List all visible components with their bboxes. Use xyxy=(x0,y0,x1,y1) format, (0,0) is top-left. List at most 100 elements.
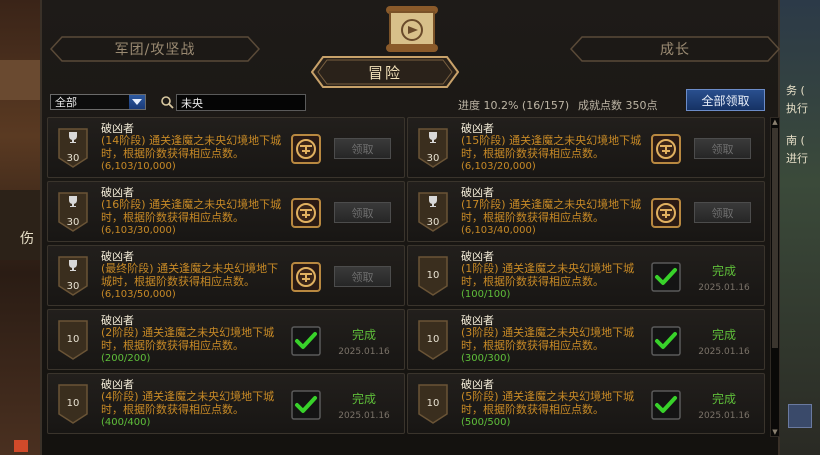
completed-date: 2025.01.16 xyxy=(338,411,390,421)
right-panel-text: 进行 xyxy=(786,152,808,165)
check-icon xyxy=(651,390,681,420)
background-right-panel: 务 ( 执行 南 ( 进行 xyxy=(778,0,820,455)
completed-label: 完成 xyxy=(711,264,736,278)
achievement-card: 10 破凶者 (4阶段) 通关逢魔之未央幻境地下城时，根据阶数获得相应点数。 (400… xyxy=(47,373,405,434)
achievement-window: 军团/攻坚战 成长 冒险 全部 进度 10.2% (16/157) 成就点数 3… xyxy=(40,0,780,455)
achievement-card: 30 破凶者 (16阶段) 通关逢魔之未央幻境地下城时，根据阶数获得相应点数。 (6,… xyxy=(47,181,405,242)
achievement-description: (2阶段) 通关逢魔之未央幻境地下城时，根据阶数获得相应点数。 xyxy=(101,326,275,352)
achievement-progress: (6,103/40,000) xyxy=(461,225,536,236)
reward-emblem-icon xyxy=(291,262,321,292)
chevron-down-icon[interactable] xyxy=(129,95,145,109)
scene-icon xyxy=(14,440,28,452)
category-dropdown-value: 全部 xyxy=(55,96,77,109)
trophy-icon xyxy=(69,196,77,207)
points-value: 10 xyxy=(426,334,440,345)
points-badge: 30 xyxy=(58,192,88,232)
reward-emblem-icon xyxy=(291,198,321,228)
points-badge: 30 xyxy=(58,256,88,296)
claim-button[interactable]: 领取 xyxy=(334,138,391,159)
claim-button[interactable]: 领取 xyxy=(694,138,751,159)
completed-date: 2025.01.16 xyxy=(698,283,750,293)
tab-growth[interactable]: 成长 xyxy=(570,36,780,62)
scroll-down-icon[interactable]: ▼ xyxy=(771,428,779,436)
search-input[interactable] xyxy=(176,94,306,111)
trophy-icon xyxy=(69,260,77,271)
points-value: 10 xyxy=(426,270,440,281)
achievement-description: (17阶段) 通关逢魔之未央幻境地下城时，根据阶数获得相应点数。 xyxy=(461,198,642,224)
achievement-progress: (6,103/50,000) xyxy=(101,289,176,300)
achievement-description: (3阶段) 通关逢魔之未央幻境地下城时，根据阶数获得相应点数。 xyxy=(461,326,635,352)
achievement-card: 30 破凶者 (15阶段) 通关逢魔之未央幻境地下城时，根据阶数获得相应点数。 (6,… xyxy=(407,117,765,178)
points-value: 30 xyxy=(426,217,440,228)
achievement-description: (15阶段) 通关逢魔之未央幻境地下城时，根据阶数获得相应点数。 xyxy=(461,134,642,160)
achievement-description: (16阶段) 通关逢魔之未央幻境地下城时，根据阶数获得相应点数。 xyxy=(101,198,282,224)
completed-label: 完成 xyxy=(711,328,736,342)
trophy-icon xyxy=(69,132,77,143)
achievement-progress: (6,103/20,000) xyxy=(461,161,536,172)
list-scrollbar[interactable]: ▲ ▼ xyxy=(770,117,780,437)
completed-date: 2025.01.16 xyxy=(338,347,390,357)
trophy-icon xyxy=(429,132,437,143)
claim-button[interactable]: 领取 xyxy=(334,266,391,287)
achievement-list: 30 破凶者 (14阶段) 通关逢魔之未央幻境地下城时，根据阶数获得相应点数。 (6,… xyxy=(47,117,765,437)
achievement-description: (最终阶段) 通关逢魔之未央幻境地下城时，根据阶数获得相应点数。 xyxy=(101,262,279,288)
points-value: 30 xyxy=(66,281,80,292)
claim-all-button[interactable]: 全部领取 xyxy=(686,89,765,111)
points-value: 30 xyxy=(66,153,80,164)
points-value: 30 xyxy=(66,217,80,228)
claim-button[interactable]: 领取 xyxy=(334,202,391,223)
achievement-card: 10 破凶者 (1阶段) 通关逢魔之未央幻境地下城时，根据阶数获得相应点数。 (100… xyxy=(407,245,765,306)
tab-legion[interactable]: 军团/攻坚战 xyxy=(50,36,260,62)
points-badge: 10 xyxy=(58,320,88,360)
points-value: 10 xyxy=(66,334,80,345)
tab-adventure-label: 冒险 xyxy=(367,63,402,82)
scene-decoration xyxy=(0,190,40,260)
achievement-card: 10 破凶者 (5阶段) 通关逢魔之未央幻境地下城时，根据阶数获得相应点数。 (500… xyxy=(407,373,765,434)
points-badge: 30 xyxy=(418,128,448,168)
side-icon[interactable] xyxy=(788,404,812,428)
scrollbar-thumb[interactable] xyxy=(772,128,778,348)
search-icon xyxy=(161,96,174,109)
achievement-card: 10 破凶者 (3阶段) 通关逢魔之未央幻境地下城时，根据阶数获得相应点数。 (300… xyxy=(407,309,765,370)
scene-text: 伤 xyxy=(20,231,34,247)
achievement-description: (4阶段) 通关逢魔之未央幻境地下城时，根据阶数获得相应点数。 xyxy=(101,390,275,416)
achievement-progress: (500/500) xyxy=(461,417,511,428)
reward-emblem-icon xyxy=(291,134,321,164)
reward-emblem-icon xyxy=(651,134,681,164)
achievement-progress: (100/100) xyxy=(461,289,511,300)
right-panel-text: 务 ( xyxy=(786,84,805,97)
completed-date: 2025.01.16 xyxy=(698,411,750,421)
achievement-description: (1阶段) 通关逢魔之未央幻境地下城时，根据阶数获得相应点数。 xyxy=(461,262,635,288)
tab-growth-label: 成长 xyxy=(660,42,690,58)
completed-date: 2025.01.16 xyxy=(698,347,750,357)
points-badge: 10 xyxy=(418,256,448,296)
reward-emblem-icon xyxy=(651,198,681,228)
achievement-card: 10 破凶者 (2阶段) 通关逢魔之未央幻境地下城时，根据阶数获得相应点数。 (200… xyxy=(47,309,405,370)
achievement-progress: (200/200) xyxy=(101,353,151,364)
scroll-emblem-icon xyxy=(386,6,438,52)
achievement-description: (5阶段) 通关逢魔之未央幻境地下城时，根据阶数获得相应点数。 xyxy=(461,390,635,416)
points-badge: 10 xyxy=(58,384,88,424)
achievement-card: 30 破凶者 (最终阶段) 通关逢魔之未央幻境地下城时，根据阶数获得相应点数。 (6,… xyxy=(47,245,405,306)
achievement-progress: (6,103/30,000) xyxy=(101,225,176,236)
progress-text: 进度 10.2% (16/157) xyxy=(458,99,570,112)
tab-legion-label: 军团/攻坚战 xyxy=(114,42,196,58)
points-badge: 30 xyxy=(58,128,88,168)
background-left-scene: 伤 xyxy=(0,0,40,455)
completed-label: 完成 xyxy=(711,392,736,406)
claim-button[interactable]: 领取 xyxy=(694,202,751,223)
achievement-progress: (400/400) xyxy=(101,417,151,428)
achievement-points-text: 成就点数 350点 xyxy=(578,99,658,112)
category-dropdown[interactable]: 全部 xyxy=(50,94,146,110)
points-value: 10 xyxy=(66,398,80,409)
check-icon xyxy=(651,326,681,356)
scroll-up-icon[interactable]: ▲ xyxy=(771,118,779,126)
points-badge: 10 xyxy=(418,384,448,424)
points-value: 30 xyxy=(426,153,440,164)
trophy-icon xyxy=(429,196,437,207)
check-icon xyxy=(291,326,321,356)
achievement-progress: (6,103/10,000) xyxy=(101,161,176,172)
check-icon xyxy=(291,390,321,420)
achievement-progress: (300/300) xyxy=(461,353,511,364)
tab-adventure[interactable]: 冒险 xyxy=(311,56,459,88)
